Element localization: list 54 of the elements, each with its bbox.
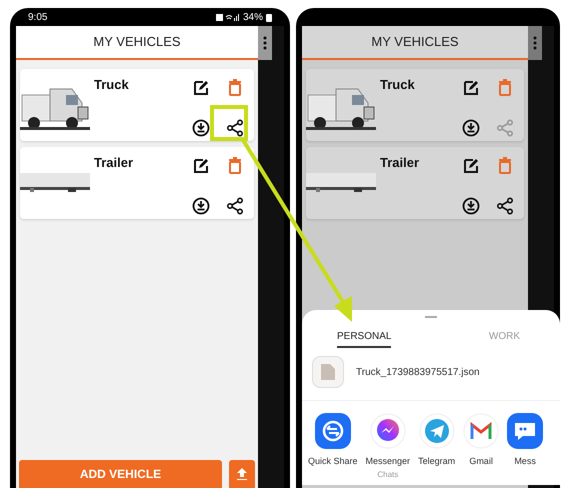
edit-icon[interactable] bbox=[192, 79, 210, 97]
download-icon[interactable] bbox=[462, 119, 480, 137]
trailer-drawing bbox=[306, 173, 376, 193]
app-name: Quick Share bbox=[308, 455, 358, 468]
vehicle-name: Truck bbox=[380, 76, 416, 94]
delete-icon[interactable] bbox=[226, 79, 244, 97]
share-icon[interactable] bbox=[226, 119, 244, 137]
app-icon bbox=[507, 413, 544, 449]
battery-percent: 34% bbox=[242, 10, 263, 24]
app-name: Messenger bbox=[366, 455, 410, 468]
share-app-item[interactable]: Messenger Chats bbox=[366, 413, 410, 480]
app-icon bbox=[418, 413, 455, 449]
vehicle-card[interactable]: Truck bbox=[20, 69, 254, 141]
download-icon[interactable] bbox=[192, 197, 210, 215]
status-time: 9:05 bbox=[28, 10, 48, 24]
vehicle-name: Trailer bbox=[94, 154, 134, 172]
upload-icon bbox=[237, 468, 247, 480]
highlight-frame bbox=[210, 105, 248, 141]
share-app-item[interactable]: Quick Share bbox=[308, 413, 358, 480]
vehicle-card[interactable]: Truck bbox=[306, 69, 524, 141]
app-icon bbox=[314, 413, 351, 449]
app-icon bbox=[370, 413, 406, 449]
app-name: Mess bbox=[514, 455, 536, 468]
vehicle-name: Trailer bbox=[380, 154, 420, 172]
share-app-item[interactable]: Telegram bbox=[418, 413, 456, 480]
battery-icon bbox=[266, 12, 272, 22]
share-app-item[interactable]: Gmail bbox=[463, 413, 500, 480]
vehicle-name: Truck bbox=[94, 76, 130, 94]
edit-icon[interactable] bbox=[192, 157, 210, 175]
app-bar-title: MY VEHICLES bbox=[16, 26, 258, 60]
edit-icon[interactable] bbox=[462, 157, 480, 175]
app-icon bbox=[463, 413, 500, 449]
file-name: Truck_1739883975517.json bbox=[356, 366, 480, 380]
download-icon[interactable] bbox=[462, 197, 480, 215]
more-menu-icon[interactable] bbox=[258, 26, 272, 60]
delete-icon[interactable] bbox=[226, 157, 244, 175]
upload-button[interactable] bbox=[229, 460, 255, 488]
app-name: Telegram bbox=[418, 455, 456, 468]
status-icons bbox=[216, 12, 240, 22]
share-icon[interactable] bbox=[226, 197, 244, 215]
app-subtitle: Chats bbox=[377, 468, 398, 480]
vehicle-card[interactable]: Trailer bbox=[306, 147, 524, 219]
file-icon bbox=[312, 356, 344, 388]
share-app-item[interactable]: Mess bbox=[507, 413, 544, 480]
more-menu-icon[interactable] bbox=[528, 26, 542, 60]
trailer-drawing bbox=[20, 173, 90, 193]
edit-icon[interactable] bbox=[462, 79, 480, 97]
share-tab[interactable]: PERSONAL bbox=[337, 329, 392, 348]
app-bar-title: MY VEHICLES bbox=[302, 26, 528, 60]
drag-handle[interactable] bbox=[425, 316, 437, 319]
app-name: Gmail bbox=[469, 455, 493, 468]
vehicle-card[interactable]: Trailer bbox=[20, 147, 254, 219]
download-icon[interactable] bbox=[192, 119, 210, 137]
share-icon[interactable] bbox=[496, 197, 514, 215]
